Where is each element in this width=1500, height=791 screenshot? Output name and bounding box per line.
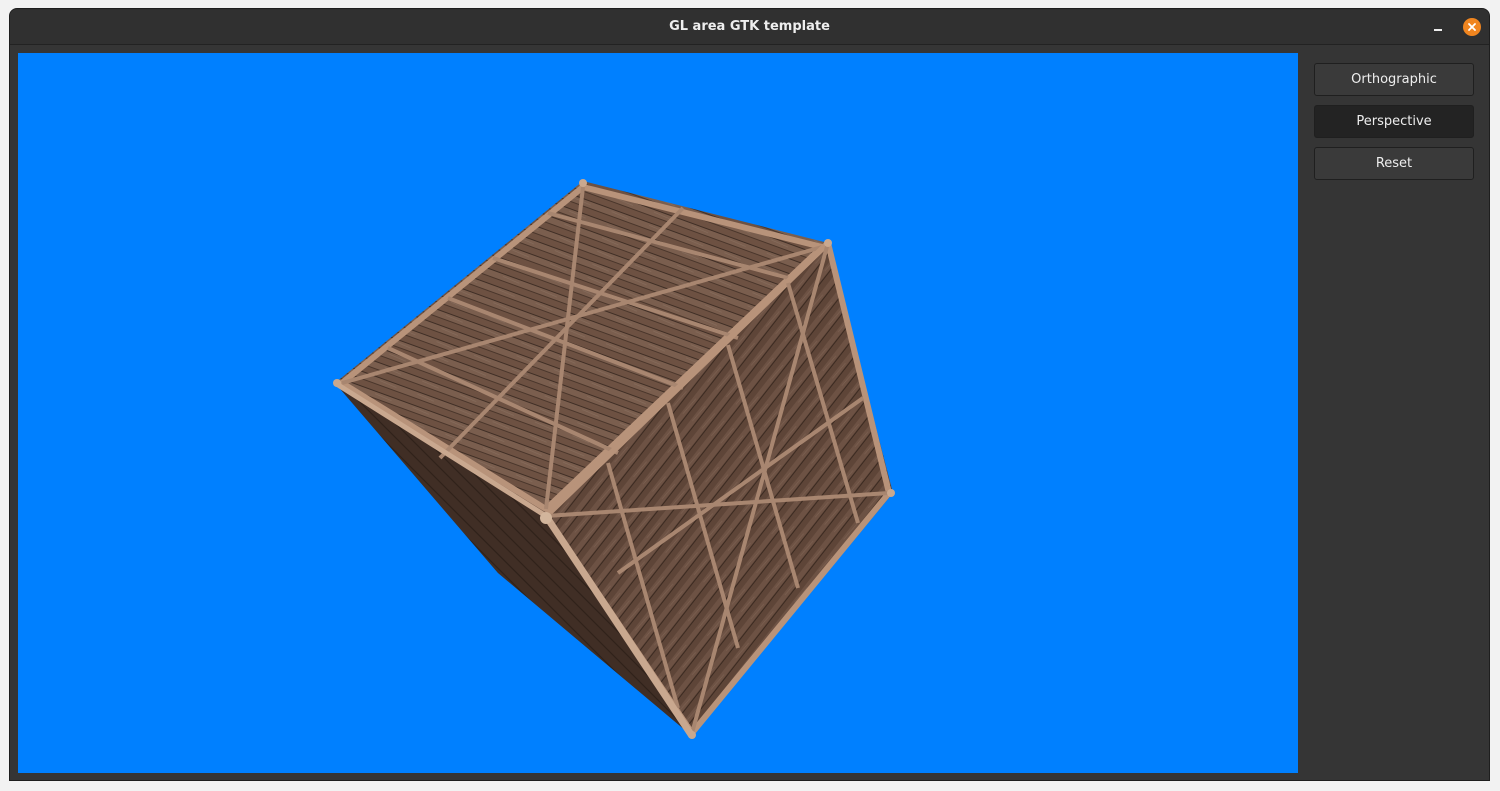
window-title: GL area GTK template	[669, 19, 830, 34]
wooden-crate-cube	[333, 179, 895, 739]
minimize-button[interactable]	[1428, 17, 1448, 37]
orthographic-button[interactable]: Orthographic	[1314, 63, 1474, 96]
side-panel: Orthographic Perspective Reset	[1314, 63, 1474, 189]
close-icon	[1463, 18, 1481, 36]
gl-viewport[interactable]	[18, 53, 1298, 773]
close-button[interactable]	[1462, 17, 1482, 37]
perspective-button[interactable]: Perspective	[1314, 105, 1474, 138]
titlebar[interactable]: GL area GTK template	[10, 9, 1489, 45]
reset-button[interactable]: Reset	[1314, 147, 1474, 180]
app-window: GL area GTK template Orthographic Perspe…	[9, 8, 1490, 781]
minimize-icon	[1434, 29, 1442, 31]
